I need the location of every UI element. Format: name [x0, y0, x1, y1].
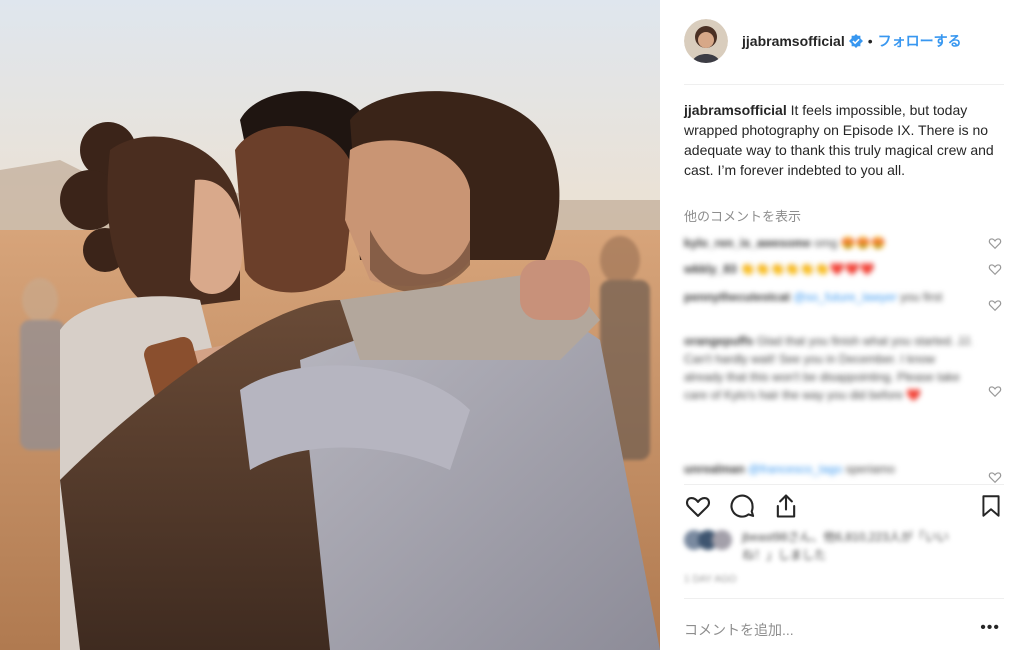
action-bar — [684, 492, 1004, 524]
comment-like-heart-icon[interactable] — [988, 470, 1002, 484]
comment-username[interactable]: pennythecutestcat — [684, 290, 790, 304]
comment-username[interactable]: orangepuffs — [684, 334, 753, 348]
comment-username[interactable]: wkkly_83 — [684, 262, 737, 276]
comment-mention[interactable]: @so_future_lawyer — [793, 290, 897, 304]
comment-username[interactable]: unrealman — [684, 462, 745, 476]
comment-text: speriamo — [845, 462, 895, 476]
comment-text: 👏👏👏👏👏👏❤️❤️❤️ — [740, 262, 875, 276]
comment-item: wkkly_83 👏👏👏👏👏👏❤️❤️❤️ — [684, 260, 984, 278]
likes-text: jbeast98さん、他6,810,223人が「いいね！」しました — [742, 530, 949, 562]
comment-bubble-icon[interactable] — [728, 492, 756, 520]
divider — [684, 484, 1004, 485]
comment-mention[interactable]: @francesco_tago — [748, 462, 842, 476]
likes-summary[interactable]: jbeast98さん、他6,810,223人が「いいね！」しました — [684, 528, 984, 568]
share-icon[interactable] — [772, 492, 800, 520]
post-side-panel: jjabramsofficial • フォローする jjabramsoffici… — [660, 0, 1024, 650]
comment-item: kylo_ren_is_awesome omg 😍😍😍 — [684, 234, 984, 252]
comment-text: you first — [900, 290, 943, 304]
comment-item: orangepuffs Glad that you finish what yo… — [684, 332, 974, 404]
divider — [684, 598, 1004, 599]
comment-item: pennythecutestcat @so_future_lawyer you … — [684, 288, 984, 306]
verified-badge-icon — [848, 34, 863, 48]
comment-username[interactable]: kylo_ren_is_awesome — [684, 236, 811, 250]
comment-like-heart-icon[interactable] — [988, 384, 1002, 398]
post-header: jjabramsofficial • フォローする — [684, 16, 1004, 66]
comment-like-heart-icon[interactable] — [988, 298, 1002, 312]
separator-dot: • — [867, 33, 873, 49]
caption-username[interactable]: jjabramsofficial — [684, 102, 787, 118]
bookmark-icon[interactable] — [978, 492, 1004, 520]
post-caption: jjabramsofficial It feels impossible, bu… — [684, 100, 1002, 180]
more-options-button[interactable]: ••• — [980, 619, 1000, 637]
follow-button[interactable]: フォローする — [878, 31, 962, 51]
add-comment-input[interactable]: コメントを追加... — [684, 620, 794, 640]
liker-avatar — [712, 530, 732, 550]
post-photo[interactable] — [0, 0, 660, 650]
post-timestamp: 1 DAY AGO — [684, 574, 737, 585]
comment-like-heart-icon[interactable] — [988, 262, 1002, 276]
avatar[interactable] — [684, 19, 728, 63]
username-link[interactable]: jjabramsofficial — [742, 33, 845, 49]
comment-text: omg 😍😍😍 — [814, 236, 886, 250]
comment-like-heart-icon[interactable] — [988, 236, 1002, 250]
avatar-image — [684, 19, 728, 63]
heart-icon[interactable] — [684, 492, 712, 520]
view-more-comments-button[interactable]: 他のコメントを表示 — [684, 206, 801, 225]
comment-item: unrealman @francesco_tago speriamo — [684, 460, 984, 478]
divider — [684, 84, 1004, 85]
